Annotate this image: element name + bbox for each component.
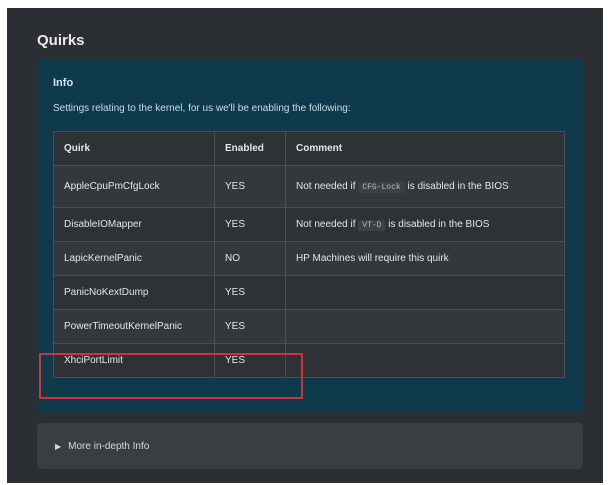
info-description: Settings relating to the kernel, for us … xyxy=(53,103,351,114)
table-row: PowerTimeoutKernelPanic YES xyxy=(53,309,565,344)
info-title: Info xyxy=(53,77,74,89)
cell-enabled: YES xyxy=(214,165,286,208)
header-quirk: Quirk xyxy=(53,131,215,166)
table-row: LapicKernelPanic NO HP Machines will req… xyxy=(53,241,565,276)
comment-text: Not needed if xyxy=(296,180,356,192)
comment-text: is disabled in the BIOS xyxy=(407,180,509,192)
highlight-box xyxy=(39,353,303,399)
table-header-row: Quirk Enabled Comment xyxy=(53,131,565,166)
cell-quirk: DisableIOMapper xyxy=(53,207,215,242)
cell-quirk: LapicKernelPanic xyxy=(53,241,215,276)
cell-enabled: YES xyxy=(214,309,286,344)
cell-comment: Not needed if CFG-Lock is disabled in th… xyxy=(285,165,565,208)
page: Quirks Info Settings relating to the ker… xyxy=(7,8,603,483)
comment-text: is disabled in the BIOS xyxy=(388,219,490,230)
table-row: PanicNoKextDump YES xyxy=(53,275,565,310)
cell-comment xyxy=(285,275,565,310)
quirks-table: Quirk Enabled Comment AppleCpuPmCfgLock … xyxy=(53,131,565,378)
table-row: AppleCpuPmCfgLock YES Not needed if CFG-… xyxy=(53,165,565,208)
header-comment: Comment xyxy=(285,131,565,166)
more-info-details-toggle[interactable]: ▶ More in-depth Info xyxy=(37,423,583,469)
cell-quirk: AppleCpuPmCfgLock xyxy=(53,165,215,208)
cell-comment: Not needed if VT-D is disabled in the BI… xyxy=(285,207,565,242)
inline-code: VT-D xyxy=(358,220,386,231)
cell-quirk: PanicNoKextDump xyxy=(53,275,215,310)
section-title: Quirks xyxy=(37,32,85,49)
cell-enabled: YES xyxy=(214,275,286,310)
inline-code: CFG-Lock xyxy=(358,181,405,193)
triangle-right-icon: ▶ xyxy=(55,441,62,451)
cell-enabled: YES xyxy=(214,207,286,242)
table-row: DisableIOMapper YES Not needed if VT-D i… xyxy=(53,207,565,242)
details-label: More in-depth Info xyxy=(68,440,150,452)
header-enabled: Enabled xyxy=(214,131,286,166)
cell-comment xyxy=(285,343,565,378)
cell-quirk: PowerTimeoutKernelPanic xyxy=(53,309,215,344)
cell-comment: HP Machines will require this quirk xyxy=(285,241,565,276)
cell-enabled: NO xyxy=(214,241,286,276)
cell-comment xyxy=(285,309,565,344)
comment-text: Not needed if xyxy=(296,219,356,230)
